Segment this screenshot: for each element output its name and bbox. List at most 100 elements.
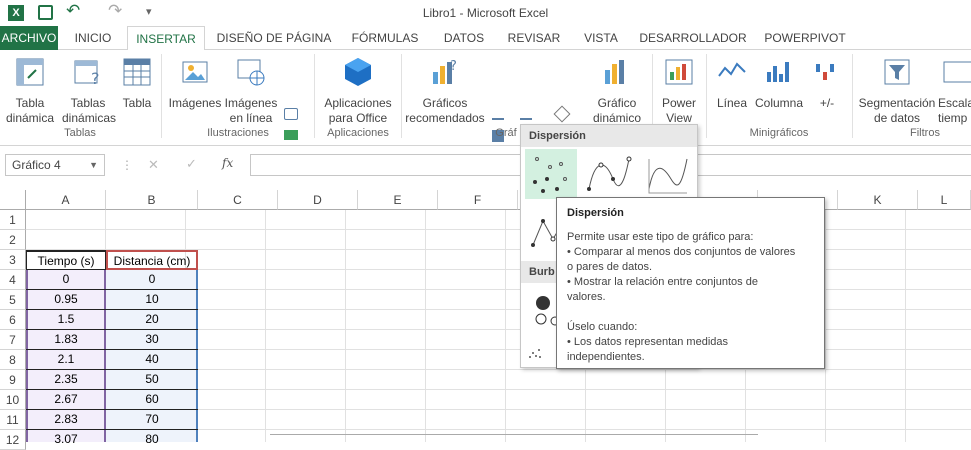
tab-revisar[interactable]: REVISAR xyxy=(502,26,566,50)
formula-bar: Gráfico 4 ▼ ⋮ ✕ ✓ fx xyxy=(0,146,971,190)
sparkline-line-button[interactable]: Línea xyxy=(712,56,752,111)
row-header-2[interactable]: 2 xyxy=(0,230,26,250)
cell-distancia-3[interactable]: 30 xyxy=(106,330,198,350)
tab-powerpivot[interactable]: POWERPIVOT xyxy=(760,26,850,50)
window-title: Libro1 - Microsoft Excel xyxy=(422,6,549,20)
separator xyxy=(161,54,162,138)
cell-distancia-0[interactable]: 0 xyxy=(106,270,198,290)
scatter-smooth-lines-option[interactable] xyxy=(641,149,693,199)
tooltip-line: independientes. xyxy=(567,351,645,363)
row-header-7[interactable]: 7 xyxy=(0,330,26,350)
cell-tiempo-3[interactable]: 1.83 xyxy=(26,330,106,350)
cell-distancia-7[interactable]: 70 xyxy=(106,410,198,430)
column-header-c[interactable]: C xyxy=(198,190,278,210)
cell-distancia-8[interactable]: 80 xyxy=(106,430,198,450)
tab-vista[interactable]: VISTA xyxy=(576,26,626,50)
power-view-button[interactable]: Power View xyxy=(656,56,702,126)
apps-icon xyxy=(345,58,371,86)
sparkline-winloss-button[interactable]: +/- xyxy=(808,56,846,111)
group-aplicaciones-label: Aplicaciones xyxy=(327,127,389,139)
tab-desarrollador[interactable]: DESARROLLADOR xyxy=(637,26,749,50)
column-header-f[interactable]: F xyxy=(438,190,518,210)
tab-datos[interactable]: DATOS xyxy=(436,26,492,50)
cell-distancia-5[interactable]: 50 xyxy=(106,370,198,390)
shapes-icon[interactable] xyxy=(284,108,298,120)
pivot-chart-label-1: Gráfico xyxy=(597,96,637,110)
scatter-markers-option[interactable] xyxy=(525,149,577,199)
cell-tiempo-6[interactable]: 2.67 xyxy=(26,390,106,410)
chevron-down-icon[interactable]: ▼ xyxy=(89,155,98,175)
row-header-9[interactable]: 9 xyxy=(0,370,26,390)
table-icon xyxy=(123,58,151,86)
column-header-b[interactable]: B xyxy=(106,190,198,210)
recommended-pivot-icon: ? xyxy=(74,60,100,88)
scatter-smooth-markers-icon xyxy=(587,156,632,191)
slicer-label-2: de datos xyxy=(873,111,921,125)
chart-frame-top-edge[interactable] xyxy=(270,434,758,442)
timeline-label-1: Escala xyxy=(938,96,971,110)
header-range-highlight xyxy=(106,250,198,270)
cell-distancia-6[interactable]: 60 xyxy=(106,390,198,410)
cancel-icon[interactable]: ✕ xyxy=(148,157,159,173)
more-scatter-charts-icon[interactable] xyxy=(527,345,543,361)
sparkline-column-icon xyxy=(767,62,789,82)
pictures-button[interactable]: Imágenes xyxy=(168,56,222,111)
cell-tiempo-1[interactable]: 0.95 xyxy=(26,290,106,310)
row-header-12[interactable]: 12 xyxy=(0,430,26,450)
name-box[interactable]: Gráfico 4 ▼ xyxy=(5,154,105,176)
online-pictures-button[interactable]: Imágenes en línea xyxy=(224,56,278,126)
header-cell-tiempo[interactable]: Tiempo (s) xyxy=(26,250,106,270)
scatter-smooth-lines-markers-option[interactable] xyxy=(583,149,635,199)
cell-tiempo-4[interactable]: 2.1 xyxy=(26,350,106,370)
cell-distancia-1[interactable]: 10 xyxy=(106,290,198,310)
row-header-4[interactable]: 4 xyxy=(0,270,26,290)
sparkline-column-button[interactable]: Columna xyxy=(752,56,806,111)
column-chart-icon[interactable] xyxy=(492,108,504,120)
column-header-l[interactable]: L xyxy=(918,190,971,210)
pivot-table-button[interactable]: Tabla dinámica xyxy=(4,56,56,126)
row-header-10[interactable]: 10 xyxy=(0,390,26,410)
table-button[interactable]: Tabla xyxy=(118,56,156,111)
enter-icon[interactable]: ✓ xyxy=(186,156,197,172)
recommended-charts-button[interactable]: ? Gráficos recomendados xyxy=(404,56,486,126)
ribbon: Tabla dinámica ? Tablas dinámicas Tabla … xyxy=(0,50,971,168)
slicer-icon xyxy=(884,59,910,85)
separator xyxy=(401,54,402,138)
row-header-11[interactable]: 11 xyxy=(0,410,26,430)
timeline-button[interactable]: Escala tiemp xyxy=(938,56,971,126)
sparkline-winloss-icon xyxy=(816,64,834,80)
tab-insertar[interactable]: INSERTAR xyxy=(127,26,205,51)
cell-tiempo-8[interactable]: 3.07 xyxy=(26,430,106,450)
cell-distancia-4[interactable]: 40 xyxy=(106,350,198,370)
tab-archivo[interactable]: ARCHIVO xyxy=(0,26,58,50)
radar-chart-icon[interactable] xyxy=(553,105,571,123)
recommended-pivot-button[interactable]: ? Tablas dinámicas xyxy=(62,56,116,126)
row-header-8[interactable]: 8 xyxy=(0,350,26,370)
cell-distancia-2[interactable]: 20 xyxy=(106,310,198,330)
column-header-d[interactable]: D xyxy=(278,190,358,210)
insert-function-icon[interactable]: fx xyxy=(222,156,233,170)
column-header-e[interactable]: E xyxy=(358,190,438,210)
tab-diseno-pagina[interactable]: DISEÑO DE PÁGINA xyxy=(212,26,336,50)
recommended-pivot-label-1: Tablas xyxy=(70,96,106,110)
line-chart-icon[interactable] xyxy=(520,108,532,120)
row-header-3[interactable]: 3 xyxy=(0,250,26,270)
tab-inicio[interactable]: INICIO xyxy=(64,26,122,50)
worksheet-grid[interactable]: A B C D E F K L 1 2 3 4 5 6 7 8 9 10 11 … xyxy=(0,190,971,450)
cell-tiempo-7[interactable]: 2.83 xyxy=(26,410,106,430)
row-header-6[interactable]: 6 xyxy=(0,310,26,330)
row-header-1[interactable]: 1 xyxy=(0,210,26,230)
cell-tiempo-0[interactable]: 0 xyxy=(26,270,106,290)
row-header-5[interactable]: 5 xyxy=(0,290,26,310)
tab-formulas[interactable]: FÓRMULAS xyxy=(345,26,425,50)
column-header-k[interactable]: K xyxy=(838,190,918,210)
slicer-button[interactable]: Segmentación de datos xyxy=(856,56,938,126)
cell-tiempo-5[interactable]: 2.35 xyxy=(26,370,106,390)
column-header-a[interactable]: A xyxy=(26,190,106,210)
recommended-charts-icon: ? xyxy=(433,59,457,84)
select-all-corner[interactable] xyxy=(0,190,26,210)
apps-for-office-button[interactable]: Aplicaciones para Office xyxy=(320,56,396,126)
pivot-chart-button[interactable]: Gráfico dinámico xyxy=(586,56,648,126)
recommended-charts-label-2: recomendados xyxy=(405,111,485,125)
cell-tiempo-2[interactable]: 1.5 xyxy=(26,310,106,330)
